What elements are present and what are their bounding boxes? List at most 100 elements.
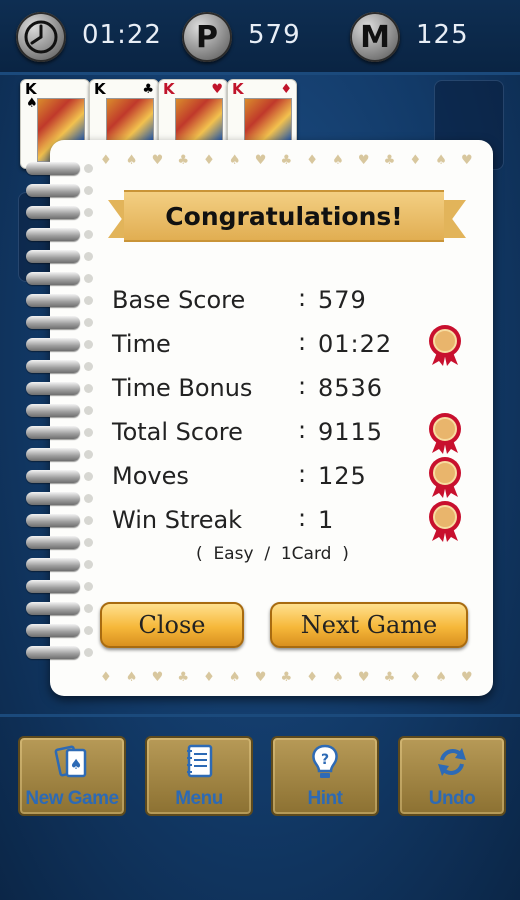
binding-ring [26, 272, 80, 285]
binding-hole [84, 516, 93, 525]
binding-ring [26, 624, 80, 637]
card-rank: K [232, 80, 244, 98]
binding-hole [84, 560, 93, 569]
medal-icon [429, 413, 461, 454]
next-game-button[interactable]: Next Game [270, 602, 468, 648]
binding-hole [84, 384, 93, 393]
card-rank: K [163, 80, 175, 98]
binding-ring [26, 492, 80, 505]
stat-label: Time [112, 330, 171, 358]
binding-hole [84, 604, 93, 613]
card-suit: ♦ [280, 82, 292, 97]
notebook-icon [187, 744, 213, 778]
hint-button[interactable]: ? Hint [271, 736, 379, 816]
card-rank: K [25, 80, 37, 98]
binding-ring [26, 580, 80, 593]
stat-label: Base Score [112, 286, 246, 314]
binding-hole [84, 428, 93, 437]
hint-label: Hint [307, 788, 343, 809]
stat-colon: : [298, 504, 307, 532]
lightbulb-icon: ? [312, 744, 338, 778]
medal-icon [429, 457, 461, 498]
spiral-binding [26, 162, 93, 682]
binding-ring [26, 602, 80, 615]
stat-label: Total Score [112, 418, 243, 446]
binding-hole [84, 362, 93, 371]
binding-hole [84, 626, 93, 635]
binding-hole [84, 252, 93, 261]
new-game-label: New Game [25, 788, 119, 809]
stat-value: 8536 [318, 374, 384, 402]
elapsed-time: 01:22 [82, 20, 162, 50]
binding-ring [26, 426, 80, 439]
medal-icon [429, 325, 461, 366]
card-suit: ♣ [142, 82, 154, 97]
binding-ring [26, 162, 80, 175]
cards-icon: ♠ [54, 745, 87, 778]
binding-hole [84, 538, 93, 547]
points-value: 579 [248, 20, 301, 50]
binding-ring [26, 316, 80, 329]
binding-hole [84, 494, 93, 503]
dialog-title: Congratulations! [124, 190, 444, 242]
svg-text:?: ? [321, 752, 329, 768]
card-suit-border-bottom: ♦ ♠ ♥ ♣ ♦ ♠ ♥ ♣ ♦ ♠ ♥ ♣ ♦ ♠ ♥ ♣ ♦ ♠ ♥ ♣ … [100, 670, 480, 685]
binding-ring [26, 338, 80, 351]
moves-icon: M [350, 12, 400, 62]
game-mode-text: ( Easy / 1Card ) [196, 544, 349, 564]
binding-ring [26, 360, 80, 373]
stat-label: Win Streak [112, 506, 243, 534]
binding-hole [84, 318, 93, 327]
binding-ring [26, 206, 80, 219]
binding-ring [26, 404, 80, 417]
binding-hole [84, 296, 93, 305]
stat-colon: : [298, 372, 307, 400]
undo-arrows-icon [438, 748, 466, 776]
card-suit: ♥ [211, 82, 223, 97]
binding-ring [26, 558, 80, 571]
binding-hole [84, 648, 93, 657]
stat-value: 125 [318, 462, 367, 490]
svg-text:♠: ♠ [70, 757, 83, 773]
binding-ring [26, 294, 80, 307]
binding-hole [84, 186, 93, 195]
moves-value: 125 [416, 20, 469, 50]
binding-ring [26, 536, 80, 549]
binding-hole [84, 230, 93, 239]
clock-icon [16, 12, 66, 62]
binding-hole [84, 450, 93, 459]
toolbar-divider [0, 714, 520, 717]
menu-button[interactable]: Menu [145, 736, 253, 816]
binding-ring [26, 514, 80, 527]
binding-hole [84, 582, 93, 591]
binding-hole [84, 164, 93, 173]
binding-hole [84, 274, 93, 283]
stat-value: 9115 [318, 418, 384, 446]
undo-button[interactable]: Undo [398, 736, 506, 816]
card-suit-border-top: ♦ ♠ ♥ ♣ ♦ ♠ ♥ ♣ ♦ ♠ ♥ ♣ ♦ ♠ ♥ ♣ ♦ ♠ ♥ ♣ … [100, 153, 480, 168]
stat-colon: : [298, 416, 307, 444]
binding-hole [84, 472, 93, 481]
card-rank: K [94, 80, 106, 98]
stat-value: 1 [318, 506, 335, 534]
binding-ring [26, 382, 80, 395]
card-suit: ♠ [26, 96, 38, 111]
close-button[interactable]: Close [100, 602, 244, 648]
stat-label: Moves [112, 462, 189, 490]
points-icon: P [182, 12, 232, 62]
binding-ring [26, 184, 80, 197]
medal-icon [429, 501, 461, 542]
undo-label: Undo [428, 788, 476, 809]
binding-ring [26, 250, 80, 263]
stat-label: Time Bonus [112, 374, 253, 402]
stat-value: 01:22 [318, 330, 393, 358]
binding-hole [84, 208, 93, 217]
binding-ring [26, 470, 80, 483]
binding-ring [26, 228, 80, 241]
stat-colon: : [298, 284, 307, 312]
stat-value: 579 [318, 286, 367, 314]
stat-colon: : [298, 328, 307, 356]
new-game-button[interactable]: ♠ New Game [18, 736, 126, 816]
binding-hole [84, 406, 93, 415]
binding-ring [26, 448, 80, 461]
